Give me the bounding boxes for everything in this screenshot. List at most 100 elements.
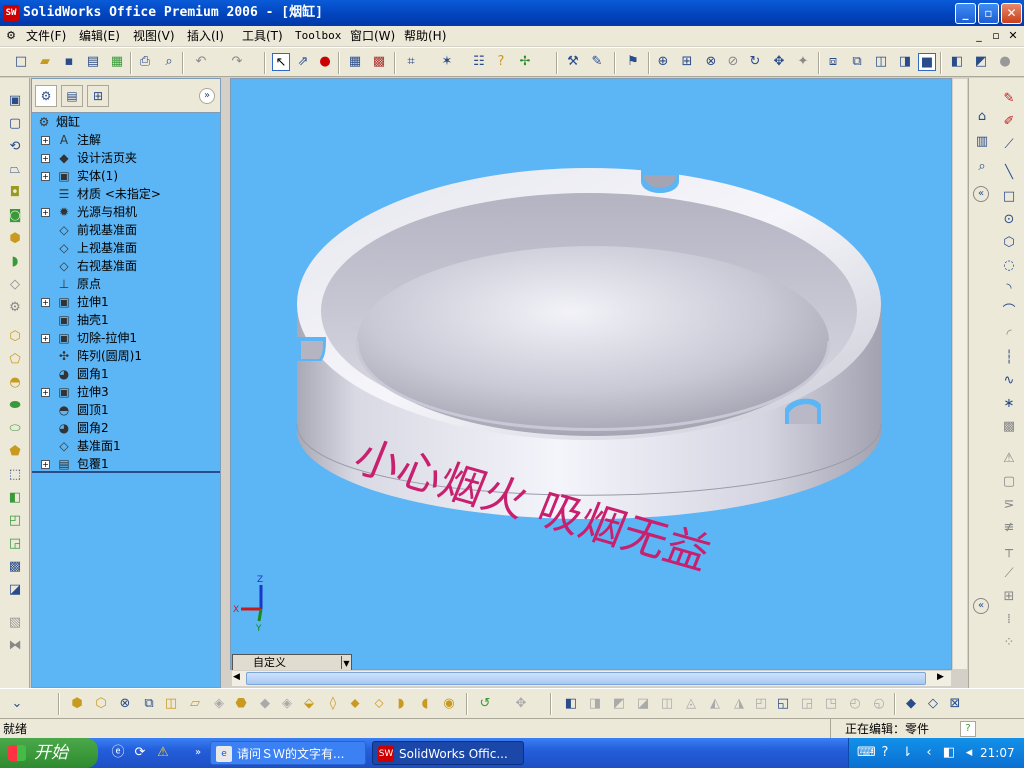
bt-icon-25[interactable]: ◬ bbox=[682, 695, 700, 713]
menu-insert[interactable]: 插入(I) bbox=[187, 28, 224, 44]
task-browser[interactable]: e 请问ＳＷ的文字有... bbox=[210, 741, 366, 765]
expand-icon[interactable]: + bbox=[41, 154, 50, 163]
wrap-icon[interactable]: ⬬ bbox=[6, 397, 24, 415]
doc-restore-button[interactable]: ▫ bbox=[989, 29, 1003, 43]
expand-icon[interactable]: + bbox=[41, 388, 50, 397]
tab-configuration-manager[interactable]: ⊞ bbox=[87, 85, 109, 107]
new-file-icon[interactable]: □ bbox=[12, 53, 30, 71]
toolbar-grip-icon[interactable]: ⌄ bbox=[8, 695, 26, 713]
bt-icon-4[interactable]: ⧉ bbox=[140, 695, 158, 713]
hidden-lines-visible-icon[interactable]: ⧉ bbox=[848, 53, 866, 71]
pan-icon[interactable]: ✥ bbox=[770, 53, 788, 71]
section-view-icon[interactable]: ◧ bbox=[948, 53, 966, 71]
perspective-icon[interactable]: ◩ bbox=[972, 53, 990, 71]
view-orientation-select[interactable]: 自定义 ▼ bbox=[232, 654, 352, 671]
measure-icon[interactable]: ⚑ bbox=[624, 53, 642, 71]
bt-icon-19[interactable]: ✥ bbox=[512, 695, 530, 713]
plane-icon[interactable]: ◰ bbox=[6, 512, 24, 530]
expand-icon[interactable]: + bbox=[41, 460, 50, 469]
grid-icon[interactable]: ⁞ bbox=[1000, 611, 1018, 629]
split-entity-icon[interactable]: ┬ bbox=[1000, 542, 1018, 560]
3d-sketch-icon[interactable]: ✐ bbox=[1000, 113, 1018, 131]
bt-icon-21[interactable]: ◨ bbox=[586, 695, 604, 713]
open-folder-icon[interactable]: ▰ bbox=[36, 53, 54, 71]
bt-icon-22[interactable]: ◩ bbox=[610, 695, 628, 713]
expand-icon[interactable]: + bbox=[41, 334, 50, 343]
collapse-panel-icon[interactable]: » bbox=[199, 88, 215, 104]
mirror-sketch-icon[interactable]: ⚠ bbox=[1000, 450, 1018, 468]
tab-feature-manager[interactable]: ⚙ bbox=[35, 85, 57, 107]
chevron-down-icon[interactable]: ▼ bbox=[341, 656, 351, 669]
select-filter-icon[interactable]: ⇗ bbox=[294, 53, 312, 71]
bt-icon-34[interactable]: ◆ bbox=[902, 695, 920, 713]
document-icon[interactable]: ⚙ bbox=[4, 29, 18, 43]
task-solidworks[interactable]: SW SolidWorks Offic... bbox=[372, 741, 524, 765]
menu-toolbox[interactable]: Toolbox bbox=[295, 28, 341, 44]
shaded-icon[interactable]: ■ bbox=[918, 53, 936, 71]
bt-icon-24[interactable]: ◫ bbox=[658, 695, 676, 713]
rectangle-icon[interactable]: □ bbox=[1000, 188, 1018, 206]
options-grid-icon[interactable]: ▦ bbox=[346, 53, 364, 71]
centerline-icon[interactable]: ┆ bbox=[1000, 349, 1018, 367]
rotate-view-icon[interactable]: ↻ bbox=[746, 53, 764, 71]
bt-icon-11[interactable]: ⬙ bbox=[300, 695, 318, 713]
print-preview-icon[interactable]: ⌕ bbox=[160, 53, 178, 71]
bt-icon-30[interactable]: ◲ bbox=[798, 695, 816, 713]
bt-icon-35[interactable]: ◇ bbox=[924, 695, 942, 713]
bt-icon-20[interactable]: ◧ bbox=[562, 695, 580, 713]
bt-icon-1[interactable]: ⬢ bbox=[68, 695, 86, 713]
menu-edit[interactable]: 编辑(E) bbox=[79, 28, 120, 44]
linear-pattern-icon[interactable]: ⊞ bbox=[1000, 588, 1018, 606]
bt-icon-27[interactable]: ◮ bbox=[730, 695, 748, 713]
select-icon[interactable]: ↖ bbox=[272, 53, 290, 71]
expand-icon[interactable]: + bbox=[41, 136, 50, 145]
help-icon[interactable]: ? bbox=[960, 721, 976, 737]
bt-icon-18[interactable]: ↺ bbox=[476, 695, 494, 713]
bt-icon-12[interactable]: ◊ bbox=[324, 695, 342, 713]
curve-icon[interactable]: ▩ bbox=[6, 558, 24, 576]
menu-window[interactable]: 窗口(W) bbox=[350, 28, 395, 44]
scroll-right-icon[interactable]: ▶ bbox=[937, 672, 944, 682]
restore-button[interactable]: ▫ bbox=[978, 3, 999, 24]
bt-icon-26[interactable]: ◭ bbox=[706, 695, 724, 713]
construction-icon[interactable]: ⟋ bbox=[1000, 565, 1018, 583]
polygon-icon[interactable]: ⬡ bbox=[1000, 234, 1018, 252]
toolbox-icon[interactable]: ▩ bbox=[370, 53, 388, 71]
split-icon[interactable]: ◪ bbox=[6, 581, 24, 599]
axis-icon[interactable]: ◲ bbox=[6, 535, 24, 553]
help-tray-icon[interactable]: ? bbox=[877, 745, 893, 761]
media-icon[interactable]: ⟳ bbox=[132, 745, 148, 761]
relations-icon[interactable]: ⁘ bbox=[1000, 634, 1018, 652]
warning-icon[interactable]: ⚠ bbox=[155, 745, 171, 761]
save-icon[interactable]: ▪ bbox=[60, 53, 78, 71]
expand-pane-bottom-icon[interactable]: « bbox=[973, 598, 989, 614]
point-sketch-icon[interactable]: ∗ bbox=[1000, 395, 1018, 413]
pattern-icon[interactable]: ⬚ bbox=[6, 466, 24, 484]
bt-icon-32[interactable]: ◴ bbox=[846, 695, 864, 713]
horizontal-scrollbar[interactable]: ◀ ▶ bbox=[231, 670, 952, 687]
bt-icon-17[interactable]: ◉ bbox=[440, 695, 458, 713]
rib-icon[interactable]: ⚙ bbox=[6, 299, 24, 317]
tab-property-manager[interactable]: ▤ bbox=[61, 85, 83, 107]
dome-icon[interactable]: ◓ bbox=[6, 374, 24, 392]
bt-icon-9[interactable]: ◆ bbox=[256, 695, 274, 713]
expand-pane-icon[interactable]: « bbox=[973, 186, 989, 202]
menu-view[interactable]: 视图(V) bbox=[133, 28, 175, 44]
bt-icon-31[interactable]: ◳ bbox=[822, 695, 840, 713]
bt-icon-16[interactable]: ◖ bbox=[416, 695, 434, 713]
shadows-icon[interactable]: ● bbox=[996, 53, 1014, 71]
extend-icon[interactable]: ≢ bbox=[1000, 519, 1018, 537]
zoom-selection-icon[interactable]: ⊘ bbox=[724, 53, 742, 71]
smart-dim-icon[interactable]: ⟋ bbox=[1000, 136, 1018, 154]
flex-icon[interactable]: ⬭ bbox=[6, 420, 24, 438]
bt-icon-36[interactable]: ⊠ bbox=[946, 695, 964, 713]
design-library-icon[interactable]: ▥ bbox=[973, 133, 991, 151]
bt-icon-10[interactable]: ◈ bbox=[278, 695, 296, 713]
volume-icon[interactable]: ◂ bbox=[961, 745, 977, 761]
hidden-lines-removed-icon[interactable]: ◫ bbox=[872, 53, 890, 71]
bt-icon-14[interactable]: ⬦ bbox=[370, 695, 388, 713]
tangent-arc-icon[interactable]: ⌒ bbox=[1000, 303, 1018, 321]
line-icon[interactable]: ╲ bbox=[1000, 164, 1018, 182]
start-button[interactable]: 开始 bbox=[0, 738, 98, 768]
bt-icon-6[interactable]: ▱ bbox=[186, 695, 204, 713]
